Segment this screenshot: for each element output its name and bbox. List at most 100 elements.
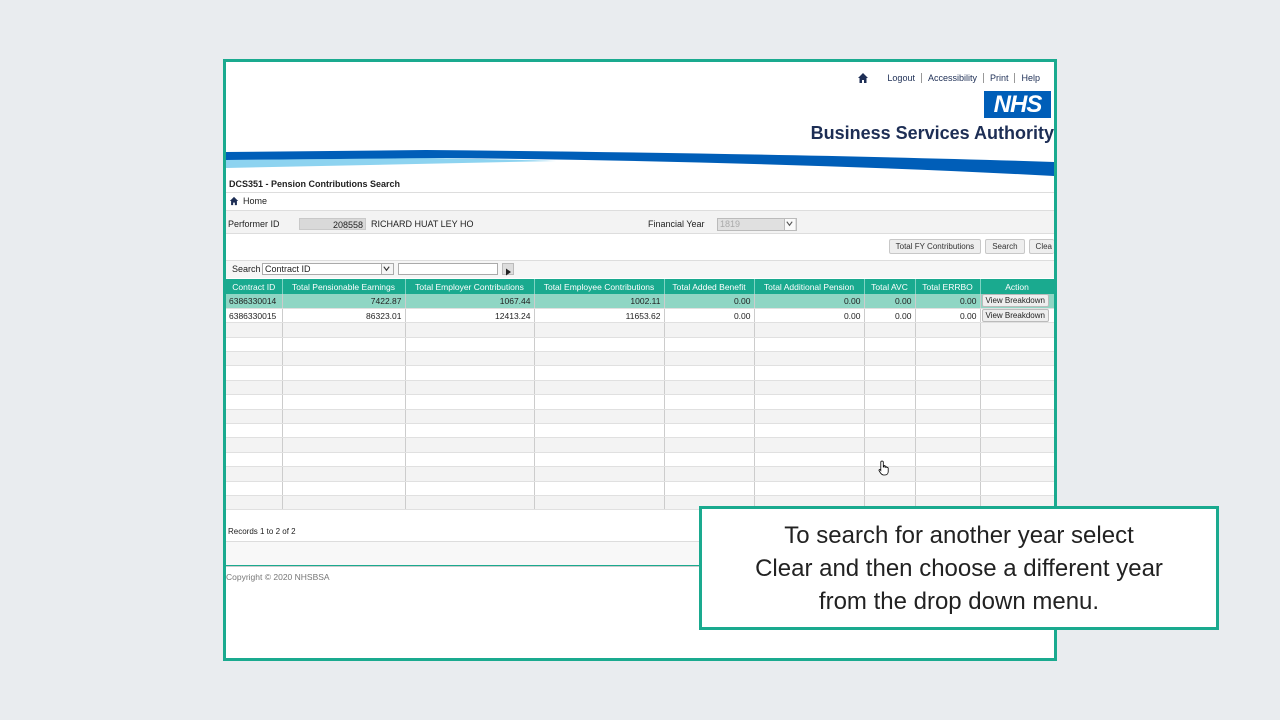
empty-cell [980, 365, 1054, 381]
empty-cell [980, 452, 1054, 468]
empty-cell [282, 380, 406, 396]
empty-cell [915, 365, 981, 381]
contributions-table: Contract ID Total Pensionable Earnings T… [226, 279, 1054, 511]
cell-additional-pension: 0.00 [754, 294, 865, 309]
empty-cell [754, 481, 865, 496]
empty-table-row [226, 437, 1054, 453]
empty-cell [405, 466, 535, 482]
cell-contract-id: 6386330015 [226, 308, 283, 324]
cell-employee-contributions: 1002.11 [534, 294, 665, 309]
col-employee-contributions[interactable]: Total Employee Contributions [534, 279, 665, 294]
table-row[interactable]: 6386330014 7422.87 1067.44 1002.11 0.00 … [226, 294, 1054, 309]
empty-cell [282, 322, 406, 338]
home-icon [229, 196, 239, 206]
empty-cell [282, 351, 406, 367]
breadcrumb[interactable]: Home [229, 196, 267, 206]
clear-button[interactable]: Clea [1028, 239, 1054, 254]
empty-cell [282, 365, 406, 381]
empty-cell [754, 452, 865, 468]
empty-cell [754, 351, 865, 367]
empty-cell [864, 380, 916, 396]
cell-action: View Breakdown [980, 308, 1054, 324]
empty-cell [405, 437, 535, 453]
empty-table-row [226, 322, 1054, 338]
cell-errbo: 0.00 [915, 308, 981, 324]
cell-pensionable-earnings: 86323.01 [282, 308, 406, 324]
cell-employer-contributions: 1067.44 [405, 294, 535, 309]
empty-cell [282, 466, 406, 482]
top-nav: Logout Accessibility Print Help [857, 72, 1046, 84]
col-additional-pension[interactable]: Total Additional Pension [754, 279, 865, 294]
empty-cell [282, 495, 406, 511]
records-count: Records 1 to 2 of 2 [228, 527, 296, 536]
col-contract-id[interactable]: Contract ID [226, 279, 283, 294]
empty-cell [664, 466, 755, 482]
cell-avc: 0.00 [864, 294, 916, 309]
empty-cell [226, 322, 283, 338]
breadcrumb-home[interactable]: Home [243, 196, 267, 206]
empty-cell [980, 351, 1054, 367]
empty-cell [534, 423, 665, 439]
empty-table-row [226, 380, 1054, 396]
empty-cell [405, 495, 535, 511]
empty-cell [534, 495, 665, 511]
empty-cell [226, 365, 283, 381]
empty-cell [754, 409, 865, 425]
accessibility-link[interactable]: Accessibility [920, 73, 983, 83]
caption-line-1: To search for another year select [784, 521, 1134, 549]
play-arrow-icon [506, 268, 511, 276]
empty-cell [915, 481, 981, 496]
empty-cell [754, 380, 865, 396]
empty-cell [534, 322, 665, 338]
empty-cell [282, 409, 406, 425]
print-link[interactable]: Print [982, 73, 1015, 83]
logout-link[interactable]: Logout [881, 73, 921, 83]
empty-table-row [226, 481, 1054, 496]
caption-line-3: from the drop down menu. [818, 587, 1100, 615]
empty-table-row [226, 394, 1054, 410]
col-employer-contributions[interactable]: Total Employer Contributions [405, 279, 535, 294]
empty-cell [864, 351, 916, 367]
instruction-caption: To search for another year select Clear … [699, 506, 1219, 630]
empty-table-row [226, 423, 1054, 439]
empty-cell [664, 409, 755, 425]
empty-cell [864, 322, 916, 338]
empty-cell [980, 409, 1054, 425]
help-link[interactable]: Help [1014, 73, 1046, 83]
action-buttons: Total FY Contributions Search Clea [885, 239, 1054, 254]
empty-table-row [226, 466, 1054, 482]
empty-cell [405, 481, 535, 496]
empty-cell [226, 351, 283, 367]
cell-added-benefit: 0.00 [664, 308, 755, 324]
empty-cell [534, 337, 665, 353]
empty-cell [915, 394, 981, 410]
search-input[interactable] [398, 263, 498, 275]
home-icon[interactable] [857, 72, 869, 84]
nhs-logo: NHS [984, 91, 1051, 118]
go-button[interactable] [502, 263, 514, 276]
view-breakdown-button[interactable]: View Breakdown [981, 309, 1049, 322]
col-pensionable-earnings[interactable]: Total Pensionable Earnings [282, 279, 406, 294]
search-button[interactable]: Search [985, 239, 1025, 254]
financial-year-select[interactable]: 1819 [717, 218, 797, 231]
search-field-select[interactable]: Contract ID [262, 263, 394, 275]
performer-id-field: 208558 [299, 218, 366, 230]
empty-cell [405, 380, 535, 396]
total-fy-contributions-button[interactable]: Total FY Contributions [888, 239, 982, 254]
empty-cell [864, 437, 916, 453]
empty-cell [915, 322, 981, 338]
col-avc[interactable]: Total AVC [864, 279, 916, 294]
empty-cell [980, 380, 1054, 396]
empty-table-row [226, 452, 1054, 468]
col-added-benefit[interactable]: Total Added Benefit [664, 279, 755, 294]
cell-errbo: 0.00 [915, 294, 981, 309]
col-errbo[interactable]: Total ERRBO [915, 279, 981, 294]
empty-cell [980, 423, 1054, 439]
empty-cell [915, 337, 981, 353]
table-row[interactable]: 6386330015 86323.01 12413.24 11653.62 0.… [226, 308, 1054, 324]
view-breakdown-button[interactable]: View Breakdown [981, 294, 1049, 308]
empty-cell [226, 423, 283, 439]
empty-cell [864, 481, 916, 496]
empty-cell [226, 409, 283, 425]
financial-year-value: 1819 [720, 219, 741, 229]
